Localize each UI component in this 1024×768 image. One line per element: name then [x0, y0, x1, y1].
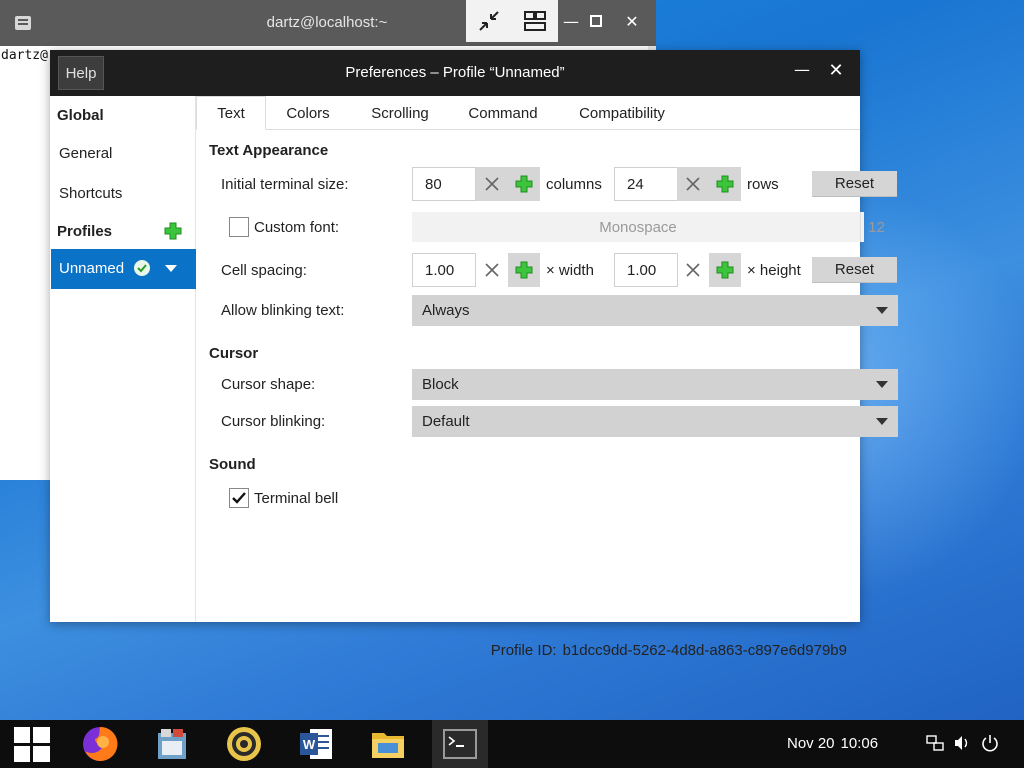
- tile-icon[interactable]: [521, 7, 549, 35]
- file-manager-icon[interactable]: [148, 720, 196, 768]
- rows-unit: rows: [747, 176, 779, 193]
- rows-input[interactable]: 24: [614, 167, 678, 201]
- start-button[interactable]: [0, 720, 64, 768]
- terminal-toolbar: [466, 0, 558, 42]
- blinking-text-value: Always: [422, 302, 470, 319]
- clock[interactable]: Nov 20 10:06: [787, 735, 878, 752]
- sidebar-item-shortcuts[interactable]: Shortcuts: [59, 185, 122, 202]
- rows-decrease-icon[interactable]: [677, 167, 709, 201]
- custom-font-label: Custom font:: [254, 219, 340, 236]
- default-profile-check-icon: [134, 260, 150, 276]
- svg-text:W: W: [303, 737, 316, 752]
- terminal-bell-label: Terminal bell: [254, 490, 339, 507]
- chevron-down-icon: [876, 418, 888, 425]
- add-profile-icon[interactable]: [164, 222, 182, 240]
- cell-width-input[interactable]: 1.00: [412, 253, 476, 287]
- firefox-icon[interactable]: [76, 720, 124, 768]
- height-unit: × height: [747, 262, 801, 279]
- columns-input[interactable]: 80: [412, 167, 476, 201]
- preferences-dialog: Help Preferences – Profile “Unnamed” — ✕…: [50, 50, 898, 659]
- power-icon[interactable]: [981, 734, 999, 752]
- sidebar: Global General Shortcuts Profiles Unname…: [50, 96, 196, 622]
- sidebar-item-profile[interactable]: Unnamed: [51, 249, 196, 289]
- profile-menu-chevron-icon[interactable]: [165, 265, 177, 272]
- taskbar: W Nov 20 10:06: [0, 720, 1024, 768]
- profile-id-label: Profile ID:: [490, 642, 557, 659]
- music-player-icon[interactable]: [220, 720, 268, 768]
- chevron-down-icon: [876, 307, 888, 314]
- cell-width-decrease-icon[interactable]: [476, 253, 508, 287]
- tab-text[interactable]: Text: [196, 96, 266, 130]
- tab-colors[interactable]: Colors: [278, 96, 338, 130]
- profile-id-value: b1dcc9dd-5262-4d8d-a863-c897e6d979b9: [562, 642, 847, 659]
- initial-size-label: Initial terminal size:: [221, 176, 349, 193]
- restore-icon[interactable]: [475, 7, 503, 35]
- help-button[interactable]: Help: [58, 56, 104, 90]
- reset-spacing-button[interactable]: Reset: [812, 257, 897, 283]
- reset-size-button[interactable]: Reset: [812, 171, 897, 197]
- clock-date: Nov 20: [787, 735, 835, 752]
- terminal-bell-checkbox[interactable]: [229, 488, 249, 508]
- cell-width-increase-icon[interactable]: [508, 253, 540, 287]
- font-chooser-button[interactable]: Monospace: [412, 212, 864, 242]
- columns-increase-icon[interactable]: [508, 167, 540, 201]
- blinking-text-label: Allow blinking text:: [221, 302, 345, 319]
- terminal-close-icon[interactable]: ✕: [621, 12, 643, 31]
- volume-icon[interactable]: [953, 734, 971, 752]
- sidebar-heading-profiles: Profiles: [57, 223, 113, 240]
- dialog-titlebar: Help Preferences – Profile “Unnamed” — ✕: [50, 50, 860, 96]
- minimize-icon[interactable]: —: [790, 60, 814, 84]
- blinking-text-select[interactable]: Always: [412, 295, 898, 326]
- terminal-title: dartz@localhost:~: [266, 14, 388, 31]
- cursor-blinking-select[interactable]: Default: [412, 406, 898, 437]
- terminal-output[interactable]: dartz@: [1, 48, 48, 63]
- files-folder-icon[interactable]: [364, 720, 412, 768]
- font-size-value: 12: [860, 212, 892, 242]
- width-unit: × width: [546, 262, 594, 279]
- tab-bar: Text Colors Scrolling Command Compatibil…: [196, 96, 860, 130]
- custom-font-checkbox[interactable]: [229, 217, 249, 237]
- section-text-appearance: Text Appearance: [209, 142, 329, 159]
- terminal-menu-button[interactable]: [6, 6, 40, 40]
- cursor-shape-label: Cursor shape:: [221, 376, 316, 393]
- dialog-title: Preferences – Profile “Unnamed”: [345, 64, 565, 81]
- cursor-blinking-value: Default: [422, 413, 470, 430]
- word-icon[interactable]: W: [292, 720, 340, 768]
- network-icon[interactable]: [926, 734, 944, 752]
- tab-compatibility[interactable]: Compatibility: [568, 96, 676, 130]
- terminal-icon[interactable]: [432, 720, 488, 768]
- rows-increase-icon[interactable]: [709, 167, 741, 201]
- cursor-shape-value: Block: [422, 376, 459, 393]
- cursor-blinking-label: Cursor blinking:: [221, 413, 326, 430]
- section-cursor: Cursor: [209, 345, 259, 362]
- cell-height-input[interactable]: 1.00: [614, 253, 678, 287]
- profile-name: Unnamed: [59, 260, 125, 277]
- terminal-menu-icon: [15, 16, 31, 30]
- columns-decrease-icon[interactable]: [476, 167, 508, 201]
- terminal-titlebar: dartz@localhost:~ — ✕: [0, 0, 656, 46]
- terminal-maximize-icon[interactable]: [585, 12, 607, 31]
- sidebar-heading-global: Global: [57, 107, 104, 124]
- close-icon[interactable]: ✕: [824, 60, 848, 84]
- cell-height-decrease-icon[interactable]: [677, 253, 709, 287]
- columns-unit: columns: [546, 176, 602, 193]
- clock-time: 10:06: [840, 735, 879, 752]
- cell-height-increase-icon[interactable]: [709, 253, 741, 287]
- tab-scrolling[interactable]: Scrolling: [360, 96, 440, 130]
- cursor-shape-select[interactable]: Block: [412, 369, 898, 400]
- start-icon: [14, 727, 50, 762]
- section-sound: Sound: [209, 456, 256, 473]
- chevron-down-icon: [876, 381, 888, 388]
- tab-content-text: Text Appearance Initial terminal size: 8…: [196, 130, 898, 659]
- profile-id: Profile ID: b1dcc9dd-5262-4d8d-a863-c897e…: [491, 642, 847, 659]
- terminal-minimize-icon[interactable]: —: [560, 12, 582, 31]
- cell-spacing-label: Cell spacing:: [221, 262, 307, 279]
- tab-command[interactable]: Command: [462, 96, 544, 130]
- sidebar-item-general[interactable]: General: [59, 145, 112, 162]
